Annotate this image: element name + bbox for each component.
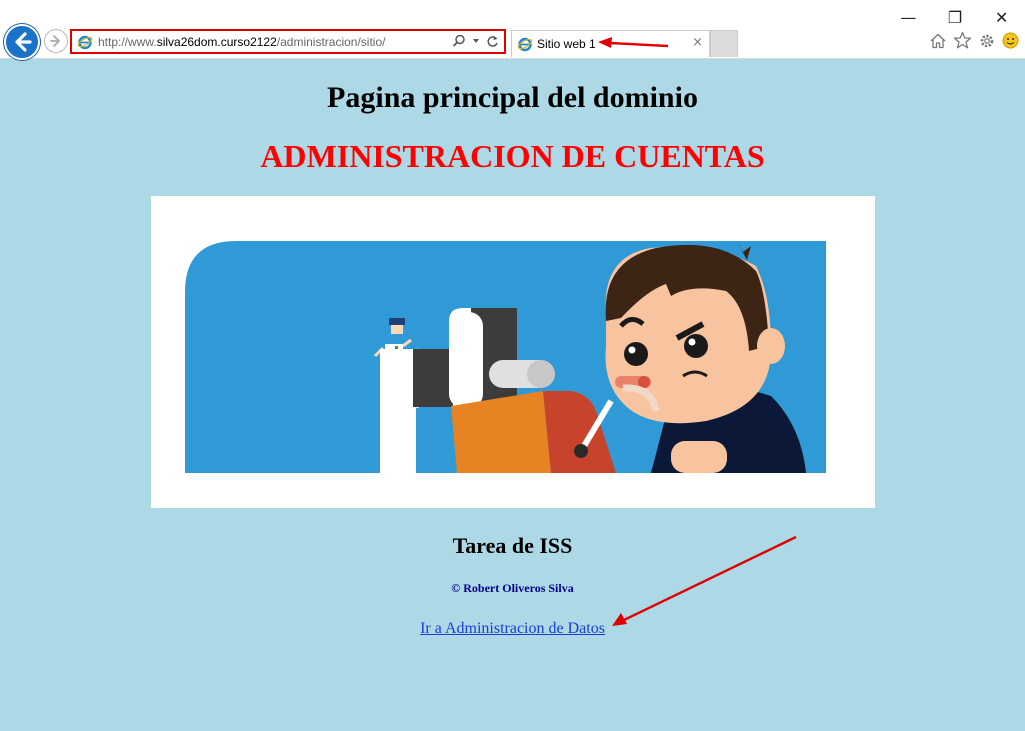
url-text[interactable]: http://www.silva26dom.curso2122/administ…	[98, 35, 385, 49]
tab-title: Sitio web 1	[537, 37, 596, 51]
forward-button[interactable]	[44, 29, 68, 53]
close-window-button[interactable]: ✕	[982, 8, 1022, 27]
smiley-feedback-icon[interactable]	[1002, 32, 1019, 49]
admin-data-link[interactable]: Ir a Administracion de Datos	[420, 620, 605, 637]
url-domain: silva26dom.curso2122	[156, 34, 277, 49]
url-path: /administracion/sitio/	[276, 34, 386, 49]
address-bar[interactable]: http://www.silva26dom.curso2122/administ…	[70, 29, 506, 54]
home-icon[interactable]	[929, 32, 947, 50]
minimize-button[interactable]: —	[888, 8, 928, 27]
page-subtitle: ADMINISTRACION DE CUENTAS	[260, 138, 765, 174]
page-title: Pagina principal del dominio	[327, 81, 698, 114]
browser-toolbar	[929, 31, 1019, 50]
window-controls: — ❐ ✕	[885, 4, 1025, 30]
tab-ie-logo-icon	[517, 37, 533, 52]
restore-button[interactable]: ❐	[935, 8, 975, 27]
section-title: Tarea de ISS	[452, 533, 573, 558]
address-tools	[452, 34, 499, 48]
settings-gear-icon[interactable]	[978, 32, 996, 50]
copyright-text: © Robert Oliveros Silva	[451, 581, 574, 595]
search-icon[interactable]	[452, 34, 466, 48]
url-prefix: http://www.	[98, 34, 157, 49]
banner-image	[151, 196, 875, 508]
back-icon	[15, 32, 32, 52]
typewriter-illustration	[151, 196, 875, 508]
favorites-star-icon[interactable]	[953, 31, 972, 50]
refresh-icon[interactable]	[486, 35, 499, 48]
page-content: Pagina principal del dominio ADMINISTRAC…	[0, 59, 1025, 731]
browser-chrome: — ❐ ✕ http://www.silva26dom.curso2122/ad…	[0, 0, 1025, 60]
tab-close-button[interactable]: ×	[692, 35, 703, 50]
link-container: Ir a Administracion de Datos	[0, 620, 1025, 638]
back-button[interactable]	[4, 24, 40, 60]
tab-sitio-web-1[interactable]: Sitio web 1 ×	[511, 30, 710, 57]
forward-icon	[50, 35, 60, 47]
search-dropdown-icon[interactable]	[472, 37, 480, 45]
new-tab-button[interactable]	[710, 30, 738, 57]
ie-logo-icon	[77, 35, 93, 49]
